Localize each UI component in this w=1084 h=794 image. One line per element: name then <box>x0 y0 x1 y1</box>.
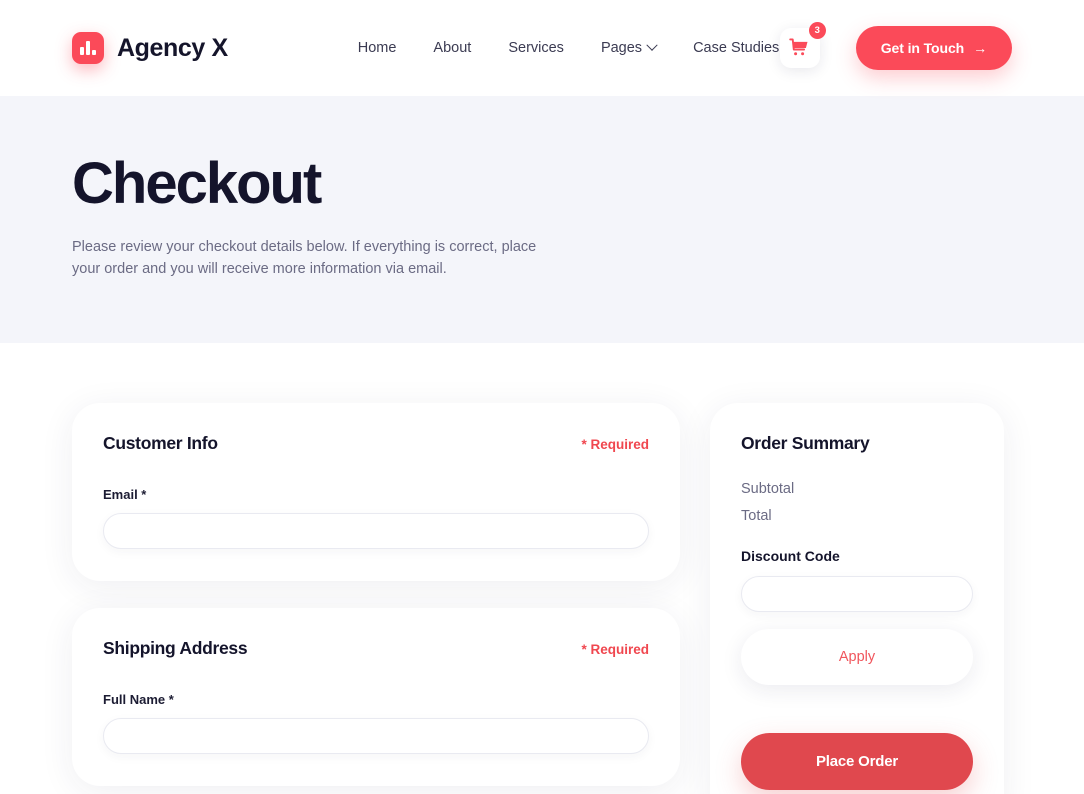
nav-item-services-label: Services <box>508 40 564 56</box>
shipping-address-card: Shipping Address * Required Full Name * <box>72 608 680 786</box>
apply-discount-button[interactable]: Apply <box>741 629 973 685</box>
get-in-touch-label: Get in Touch <box>880 40 965 56</box>
nav-item-services[interactable]: Services <box>508 40 564 56</box>
shipping-address-header: Shipping Address * Required <box>103 638 649 659</box>
checkout-content: Customer Info * Required Email * Shippin… <box>0 343 1084 794</box>
chevron-down-icon <box>646 39 658 51</box>
email-input[interactable] <box>103 513 649 549</box>
cart-badge-count: 3 <box>808 22 826 39</box>
customer-info-title: Customer Info <box>103 433 218 453</box>
summary-row-subtotal: Subtotal <box>741 481 973 497</box>
get-in-touch-button[interactable]: Get in Touch → <box>855 26 1012 70</box>
brand-logo[interactable]: Agency X <box>72 32 228 64</box>
summary-row-subtotal-label: Subtotal <box>741 481 795 497</box>
shipping-address-title: Shipping Address <box>103 638 248 658</box>
site-header: Agency X Home About Services Pages Case … <box>0 0 1084 96</box>
place-order-button[interactable]: Place Order <box>741 733 973 790</box>
page-title: Checkout <box>72 151 322 216</box>
page-hero: Checkout Please review your checkout det… <box>0 96 1084 343</box>
nav-item-home[interactable]: Home <box>358 40 397 56</box>
nav-item-case-studies[interactable]: Case Studies <box>693 40 779 56</box>
shopping-cart-icon <box>789 38 808 56</box>
page-description: Please review your checkout details belo… <box>72 238 537 278</box>
summary-row-total: Total <box>741 508 973 524</box>
order-summary-card: Order Summary Subtotal Total Discount Co… <box>710 403 1004 794</box>
nav-item-home-label: Home <box>357 40 397 56</box>
full-name-input[interactable] <box>103 718 649 754</box>
nav-item-pages-label: Pages <box>600 40 643 56</box>
full-name-field-label: Full Name * <box>103 692 174 707</box>
discount-code-label: Discount Code <box>741 548 840 564</box>
summary-row-total-label: Total <box>741 508 772 524</box>
nav-item-about[interactable]: About <box>433 40 471 56</box>
shipping-address-required-note: * Required <box>581 642 649 657</box>
cart-button[interactable]: 3 <box>779 22 826 68</box>
discount-code-input[interactable] <box>741 576 973 612</box>
customer-info-card: Customer Info * Required Email * <box>72 403 680 581</box>
customer-info-required-note: * Required <box>581 437 649 452</box>
bar-chart-logo-icon <box>72 32 104 64</box>
email-field-label: Email * <box>103 487 147 502</box>
brand-name: Agency X <box>117 33 228 62</box>
nav-item-case-studies-label: Case Studies <box>693 40 780 56</box>
customer-info-header: Customer Info * Required <box>103 433 649 454</box>
nav-item-pages[interactable]: Pages <box>600 39 658 56</box>
order-summary-column: Order Summary Subtotal Total Discount Co… <box>710 403 1004 794</box>
arrow-right-icon: → <box>973 40 987 56</box>
main-navigation: Home About Services Pages Case Studies <box>358 39 779 56</box>
checkout-forms-column: Customer Info * Required Email * Shippin… <box>72 403 680 786</box>
nav-item-about-label: About <box>433 40 472 56</box>
order-summary-title: Order Summary <box>741 433 870 453</box>
header-actions: 3 Get in Touch → <box>779 22 1012 70</box>
